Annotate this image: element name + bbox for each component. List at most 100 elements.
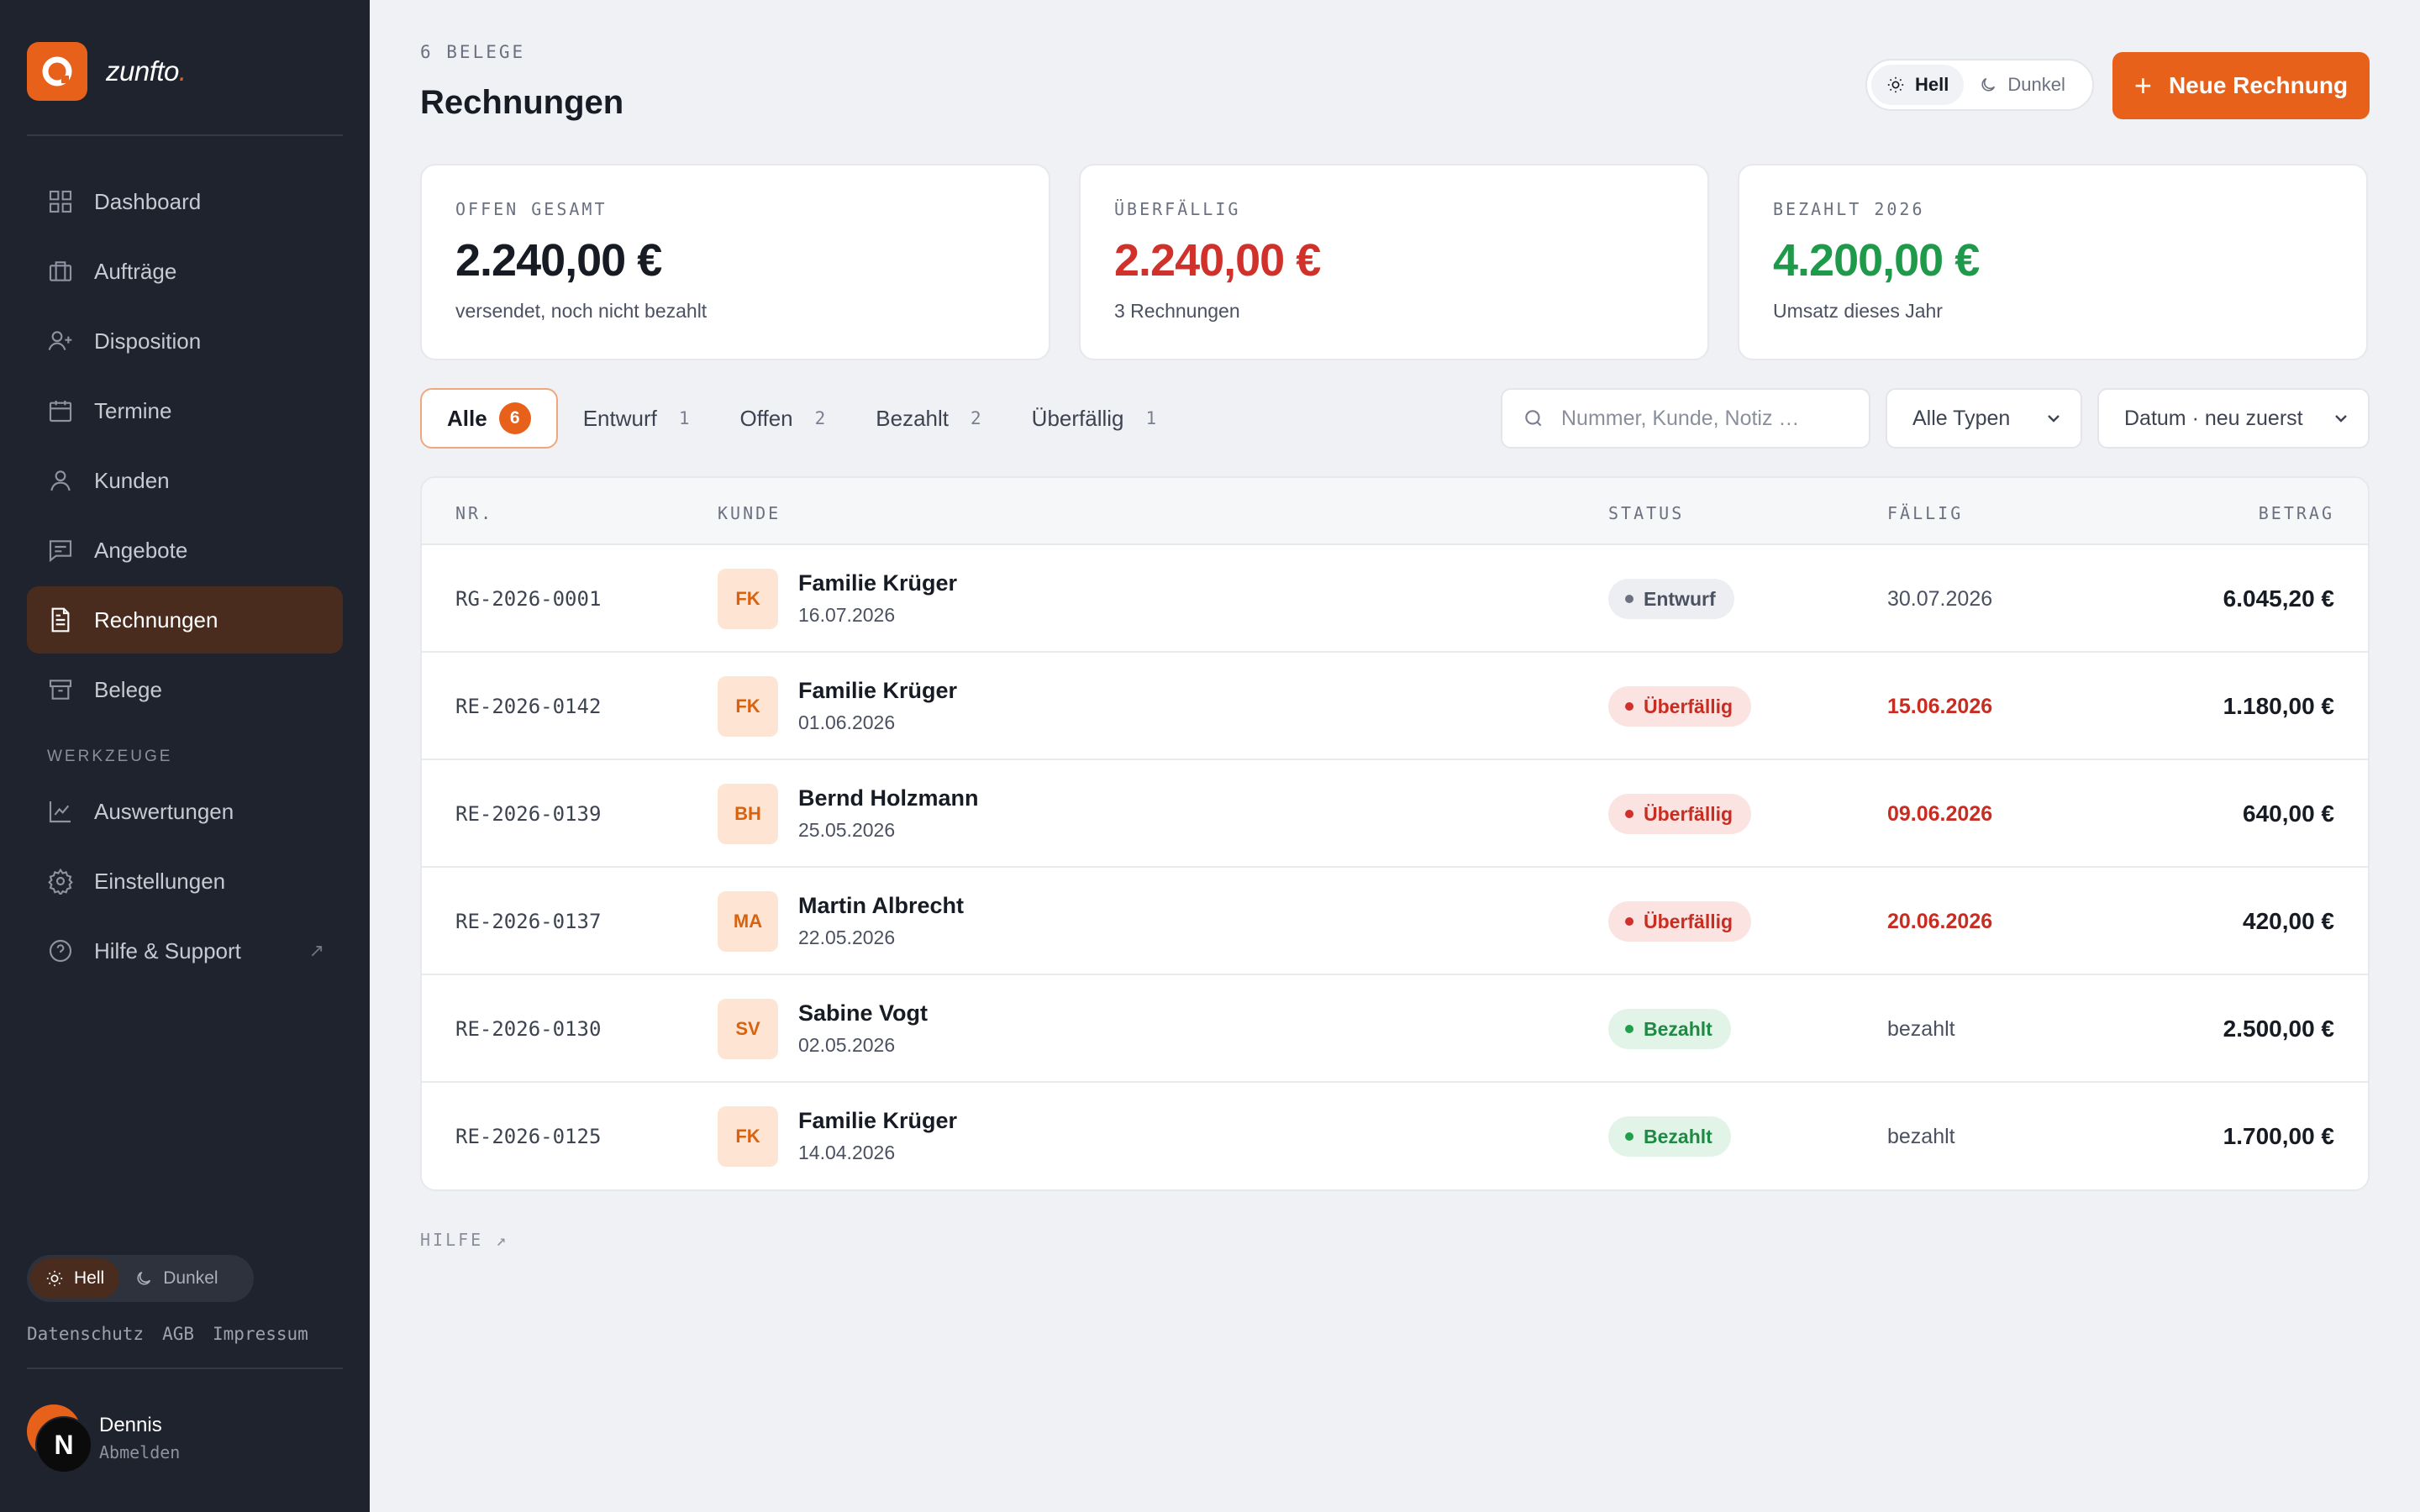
sidebar-item-dashboard[interactable]: Dashboard bbox=[27, 168, 343, 235]
main-nav: Dashboard Aufträge Disposition Termine K… bbox=[27, 168, 343, 987]
table-row[interactable]: RG-2026-0001 FK Familie Krüger 16.07.202… bbox=[422, 545, 2368, 653]
sort-select[interactable]: Datum · neu zuerst bbox=[2097, 388, 2370, 449]
type-select-value: Alle Typen bbox=[1912, 406, 2011, 430]
sidebar-item-label: Belege bbox=[94, 676, 162, 702]
user-icon bbox=[50, 470, 71, 491]
sidebar-item-rechnungen[interactable]: Rechnungen bbox=[27, 586, 343, 654]
briefcase-icon bbox=[49, 261, 72, 281]
invoice-amount: 2.500,00 € bbox=[2223, 1016, 2334, 1042]
new-invoice-button[interactable]: + Neue Rechnung bbox=[2112, 52, 2370, 119]
main-content: 6 BELEGE Rechnungen Hell Dunkel + Neue R… bbox=[370, 0, 2420, 1512]
calendar-icon bbox=[49, 401, 72, 423]
tab-label: Bezahlt bbox=[876, 405, 950, 431]
logo-mark-icon bbox=[27, 42, 87, 101]
help-link[interactable]: HILFE ↗ bbox=[420, 1230, 508, 1250]
sidebar-item-disposition[interactable]: Disposition bbox=[27, 307, 343, 375]
due-date: 30.07.2026 bbox=[1887, 587, 1993, 611]
tab-bezahlt[interactable]: Bezahlt 2 bbox=[850, 388, 1006, 449]
search-input[interactable] bbox=[1561, 406, 1847, 431]
customer-avatar: FK bbox=[718, 1106, 778, 1167]
archive-icon bbox=[49, 680, 72, 700]
sun-icon bbox=[46, 1270, 63, 1287]
status-filter-tabs: Alle 6 Entwurf 1 Offen 2 Bezahlt 2 Überf… bbox=[420, 388, 1181, 449]
message-icon bbox=[49, 540, 72, 563]
invoice-number: RE-2026-0139 bbox=[455, 802, 602, 826]
agb-link[interactable]: AGB bbox=[162, 1324, 194, 1344]
invoice-number: RE-2026-0130 bbox=[455, 1017, 602, 1041]
due-date: 15.06.2026 bbox=[1887, 695, 1993, 718]
invoice-date: 16.07.2026 bbox=[798, 604, 896, 626]
column-header-status[interactable]: STATUS bbox=[1608, 503, 1684, 523]
logo-text: zunfto. bbox=[106, 55, 187, 87]
tab-entwurf[interactable]: Entwurf 1 bbox=[558, 388, 715, 449]
summary-cards: OFFEN GESAMT 2.240,00 € versendet, noch … bbox=[420, 164, 2368, 360]
theme-dark-button[interactable]: Dunkel bbox=[119, 1258, 233, 1299]
status-badge: Bezahlt bbox=[1608, 1009, 1731, 1049]
column-header-due[interactable]: FÄLLIG bbox=[1887, 503, 1963, 523]
logout-link[interactable]: Abmelden bbox=[99, 1442, 180, 1462]
column-header-nr[interactable]: NR. bbox=[455, 503, 493, 523]
sidebar: zunfto. Dashboard Aufträge Disposition T… bbox=[0, 0, 370, 1512]
impressum-link[interactable]: Impressum bbox=[213, 1324, 308, 1344]
sidebar-item-termine[interactable]: Termine bbox=[27, 377, 343, 444]
customer-name: Familie Krüger bbox=[798, 570, 958, 596]
chevron-down-icon bbox=[2048, 415, 2060, 423]
sidebar-item-hilfe-support[interactable]: Hilfe & Support ↗ bbox=[27, 917, 343, 984]
theme-dark-button[interactable]: Dunkel bbox=[1964, 65, 2080, 105]
sidebar-item-label: Aufträge bbox=[94, 258, 177, 284]
sidebar-item-label: Angebote bbox=[94, 537, 188, 563]
avatar-initial: N bbox=[35, 1416, 92, 1473]
moon-icon bbox=[137, 1271, 151, 1285]
invoice-table: NR. KUNDE STATUS FÄLLIG BETRAG RG-2026-0… bbox=[420, 476, 2370, 1191]
invoice-date: 25.05.2026 bbox=[798, 819, 896, 841]
theme-toggle: Hell Dunkel bbox=[27, 1255, 254, 1302]
sidebar-item-belege[interactable]: Belege bbox=[27, 656, 343, 723]
card-value: 2.240,00 € bbox=[1114, 235, 1321, 286]
customer-avatar: MA bbox=[718, 891, 778, 952]
sidebar-item-auftraege[interactable]: Aufträge bbox=[27, 238, 343, 305]
sidebar-item-label: Auswertungen bbox=[94, 798, 234, 824]
table-row[interactable]: RE-2026-0137 MA Martin Albrecht 22.05.20… bbox=[422, 868, 2368, 975]
invoice-amount: 640,00 € bbox=[2243, 801, 2334, 827]
theme-dark-label: Dunkel bbox=[2007, 74, 2065, 95]
sidebar-item-auswertungen[interactable]: Auswertungen bbox=[27, 778, 343, 845]
tab-label: Überfällig bbox=[1031, 405, 1124, 431]
user-profile[interactable]: N Dennis Abmelden bbox=[27, 1404, 180, 1473]
sidebar-item-label: Kunden bbox=[94, 467, 170, 493]
logo[interactable]: zunfto. bbox=[27, 42, 187, 101]
due-date: bezahlt bbox=[1887, 1125, 1955, 1148]
table-row[interactable]: RE-2026-0130 SV Sabine Vogt 02.05.2026 B… bbox=[422, 975, 2368, 1083]
dashboard-icon bbox=[49, 190, 72, 213]
card-subtitle: 3 Rechnungen bbox=[1114, 300, 1240, 322]
customer-avatar: FK bbox=[718, 569, 778, 629]
legal-links: Datenschutz AGB Impressum bbox=[27, 1324, 308, 1344]
chart-icon bbox=[49, 801, 71, 823]
card-label: ÜBERFÄLLIG bbox=[1114, 199, 1241, 219]
tab-label: Entwurf bbox=[582, 405, 657, 431]
column-header-customer[interactable]: KUNDE bbox=[718, 503, 781, 523]
card-subtitle: versendet, noch nicht bezahlt bbox=[455, 300, 708, 322]
help-icon bbox=[49, 939, 72, 963]
table-row[interactable]: RE-2026-0142 FK Familie Krüger 01.06.202… bbox=[422, 653, 2368, 760]
tab-alle[interactable]: Alle 6 bbox=[420, 388, 558, 449]
sidebar-item-angebote[interactable]: Angebote bbox=[27, 517, 343, 584]
table-row[interactable]: RE-2026-0139 BH Bernd Holzmann 25.05.202… bbox=[422, 760, 2368, 868]
invoice-number: RE-2026-0125 bbox=[455, 1125, 602, 1148]
tab-ueberfaellig[interactable]: Überfällig 1 bbox=[1007, 388, 1181, 449]
type-select[interactable]: Alle Typen bbox=[1886, 388, 2082, 449]
table-row[interactable]: RE-2026-0125 FK Familie Krüger 14.04.202… bbox=[422, 1083, 2368, 1189]
customer-avatar: SV bbox=[718, 999, 778, 1059]
invoice-number: RG-2026-0001 bbox=[455, 587, 602, 611]
sidebar-item-einstellungen[interactable]: Einstellungen bbox=[27, 848, 343, 915]
card-value: 4.200,00 € bbox=[1773, 235, 1980, 286]
invoice-amount: 420,00 € bbox=[2243, 908, 2334, 934]
datenschutz-link[interactable]: Datenschutz bbox=[27, 1324, 144, 1344]
sidebar-item-kunden[interactable]: Kunden bbox=[27, 447, 343, 514]
theme-light-button[interactable]: Hell bbox=[30, 1258, 120, 1299]
card-subtitle: Umsatz dieses Jahr bbox=[1773, 300, 1943, 322]
status-badge: Entwurf bbox=[1608, 579, 1734, 619]
tab-offen[interactable]: Offen 2 bbox=[715, 388, 851, 449]
status-badge: Überfällig bbox=[1608, 686, 1752, 727]
theme-light-button[interactable]: Hell bbox=[1871, 65, 1965, 105]
column-header-amount[interactable]: BETRAG bbox=[2259, 503, 2334, 523]
